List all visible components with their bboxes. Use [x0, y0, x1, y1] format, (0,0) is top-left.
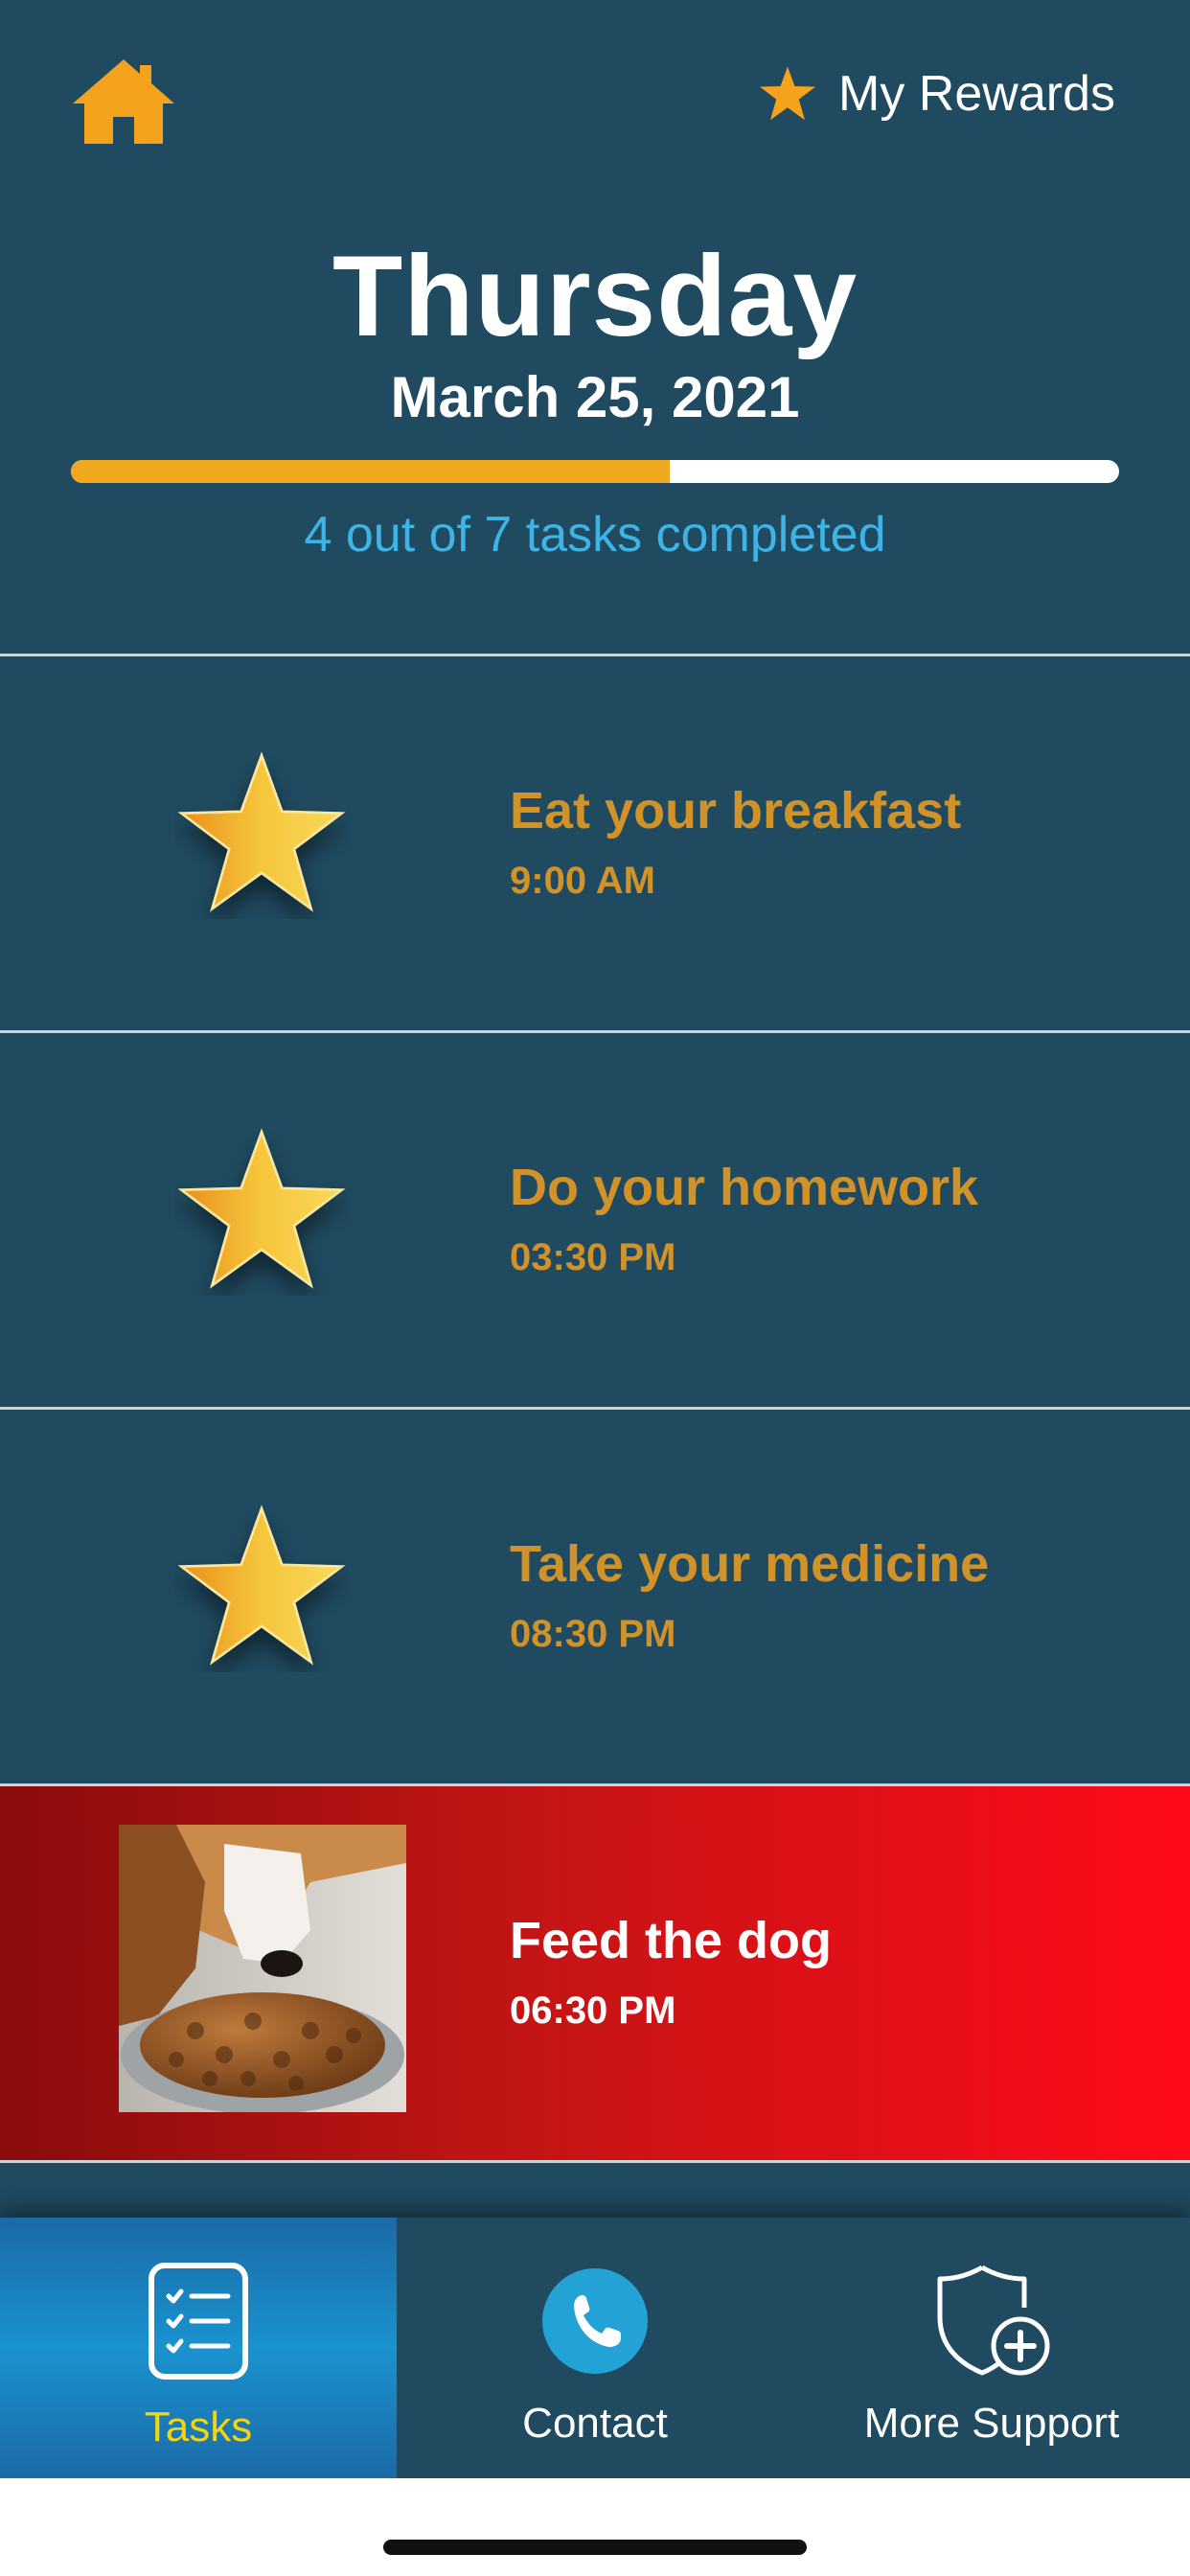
home-indicator-area [0, 2478, 1190, 2576]
tab-contact-label: Contact [522, 2400, 668, 2447]
home-icon [73, 59, 174, 144]
weekday-title: Thursday [332, 232, 858, 360]
task-time: 03:30 PM [510, 1236, 676, 1278]
task-title: Take your medicine [510, 1535, 990, 1593]
star-icon [759, 66, 816, 121]
tab-tasks-label: Tasks [144, 2404, 253, 2450]
task-progress-fill [71, 460, 670, 483]
task-title: Feed the dog [510, 1912, 832, 1969]
task-time: 08:30 PM [510, 1613, 676, 1655]
task-progress-bar [71, 460, 1119, 483]
task-time: 06:30 PM [510, 1990, 676, 2032]
home-button[interactable] [69, 56, 178, 146]
my-rewards-label: My Rewards [838, 66, 1115, 122]
task-list: Eat your breakfast 9:00 AM Do your homew… [0, 654, 1190, 2218]
app-screen: My Rewards Thursday March 25, 2021 4 out… [0, 0, 1190, 2576]
tab-more-support[interactable]: More Support [793, 2218, 1190, 2478]
task-row[interactable]: Eat your breakfast 9:00 AM [0, 654, 1190, 1030]
my-rewards-button[interactable]: My Rewards [758, 63, 1115, 125]
home-indicator[interactable] [383, 2540, 807, 2555]
task-row[interactable]: Take your medicine 08:30 PM [0, 1407, 1190, 1783]
checklist-icon [149, 2263, 248, 2380]
task-title: Do your homework [510, 1159, 979, 1216]
task-time: 9:00 AM [510, 860, 655, 902]
star-icon [177, 1128, 346, 1289]
tab-more-support-label: More Support [863, 2400, 1120, 2447]
task-row[interactable]: Do your homework 03:30 PM [0, 1030, 1190, 1407]
tab-tasks[interactable]: Tasks [0, 2218, 397, 2478]
dog-food-photo [119, 1825, 406, 2112]
phone-icon [542, 2268, 648, 2374]
date-subtitle: March 25, 2021 [390, 365, 800, 429]
task-title: Eat your breakfast [510, 782, 962, 840]
star-icon [177, 751, 346, 912]
task-row[interactable] [0, 2160, 1190, 2218]
star-icon [177, 1505, 346, 1666]
task-row-highlighted[interactable]: Feed the dog 06:30 PM [0, 1783, 1190, 2160]
tab-contact[interactable]: Contact [397, 2218, 793, 2478]
bottom-nav: Tasks Contact More Support [0, 2218, 1190, 2478]
progress-text: 4 out of 7 tasks completed [304, 507, 886, 563]
shield-plus-icon [937, 2265, 1050, 2376]
